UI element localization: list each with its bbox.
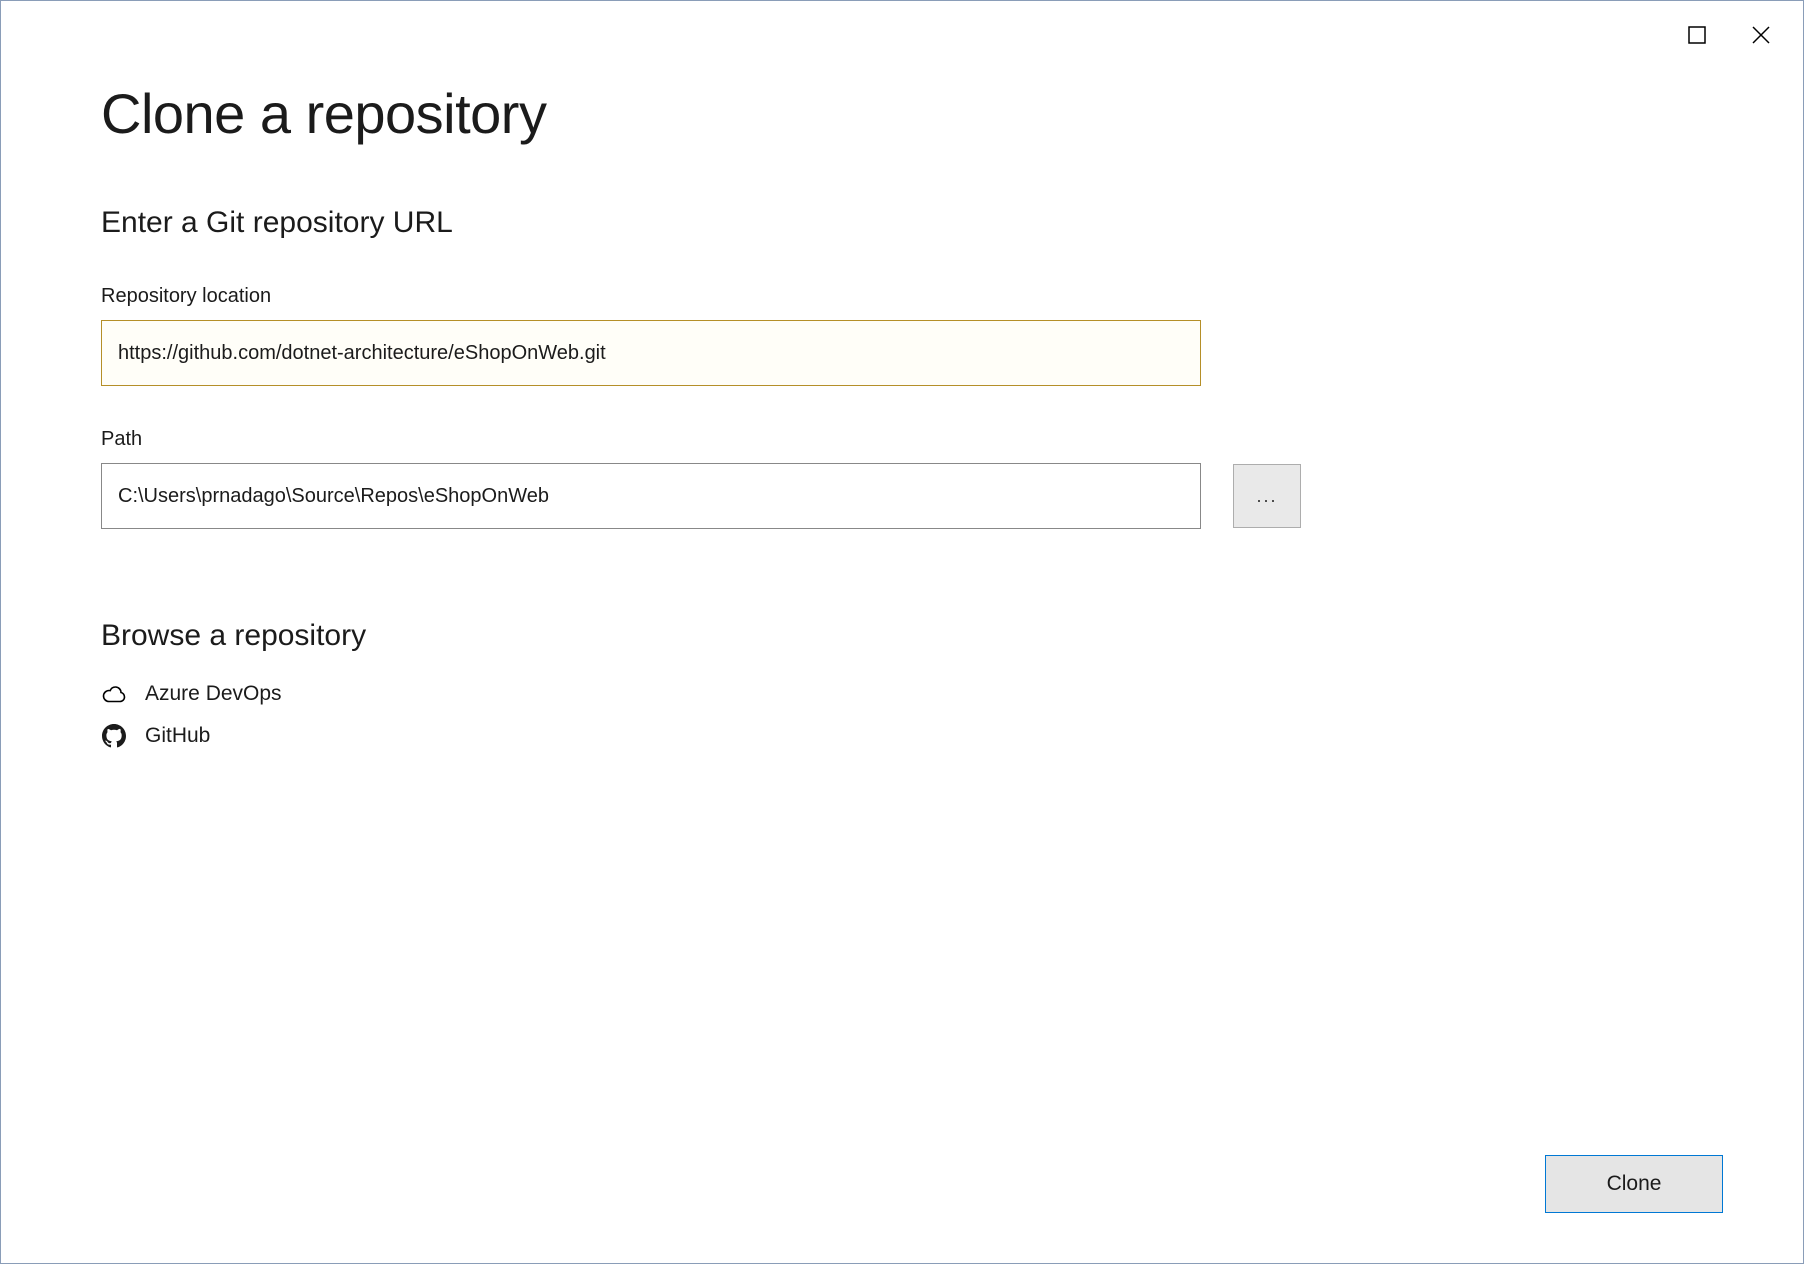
- section-browse: Browse a repository Azure DevOps GitHub: [101, 619, 1703, 757]
- path-input[interactable]: [101, 463, 1201, 529]
- path-field-group: Path ...: [101, 428, 1703, 529]
- repo-location-field-group: Repository location: [101, 285, 1703, 386]
- browse-item-azure-devops[interactable]: Azure DevOps: [101, 673, 1703, 715]
- browse-item-github[interactable]: GitHub: [101, 715, 1703, 757]
- section-url-heading: Enter a Git repository URL: [101, 206, 1703, 240]
- clone-button[interactable]: Clone: [1545, 1155, 1723, 1213]
- path-label: Path: [101, 428, 1703, 451]
- cloud-icon: [101, 681, 127, 707]
- github-icon: [101, 723, 127, 749]
- dialog-content: Clone a repository Enter a Git repositor…: [1, 1, 1803, 1263]
- browse-item-label: Azure DevOps: [145, 682, 282, 706]
- repo-location-label: Repository location: [101, 285, 1703, 308]
- path-row: ...: [101, 463, 1703, 529]
- browse-folder-button[interactable]: ...: [1233, 464, 1301, 528]
- page-title: Clone a repository: [101, 81, 1703, 146]
- dialog-footer: Clone: [1545, 1155, 1723, 1213]
- section-browse-heading: Browse a repository: [101, 619, 1703, 653]
- repo-location-input[interactable]: [101, 320, 1201, 386]
- browse-item-label: GitHub: [145, 724, 210, 748]
